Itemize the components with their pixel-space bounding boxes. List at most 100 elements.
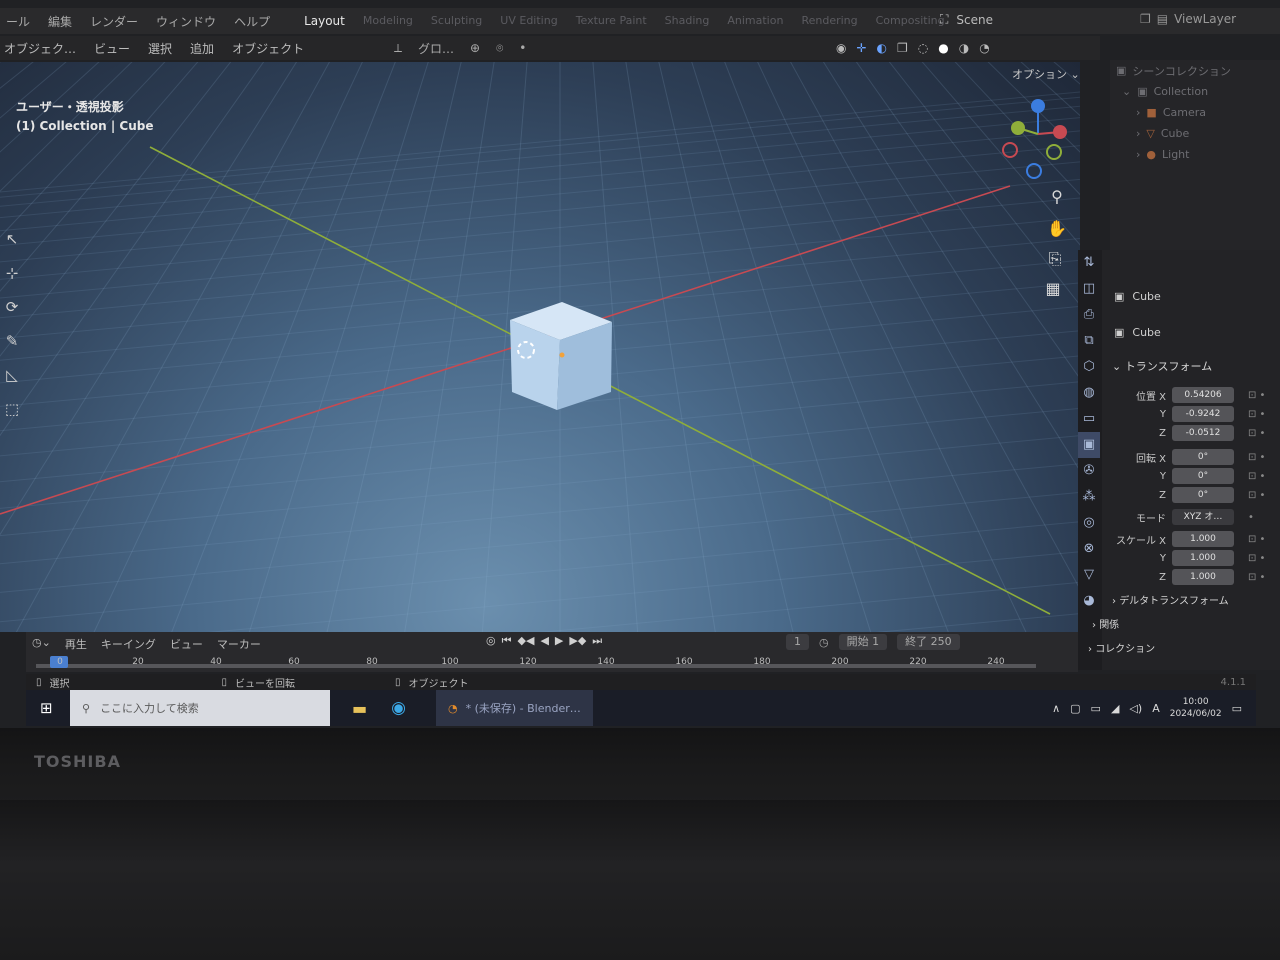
keyframe-dot-icon[interactable]: • (1248, 512, 1254, 523)
ime-indicator[interactable]: A (1152, 702, 1160, 715)
battery-icon[interactable]: ▭ (1091, 702, 1101, 715)
tab-layout[interactable]: Layout (304, 14, 345, 28)
notification-icon[interactable]: ▭ (1232, 702, 1242, 715)
visibility-icon[interactable]: ◉ (836, 41, 846, 55)
marker-menu[interactable]: マーカー (217, 636, 261, 652)
frame-ruler[interactable]: 0 20 40 60 80 100 120 140 160 180 200 220 240 (36, 656, 1076, 670)
play-icon[interactable]: ▶ (555, 634, 563, 648)
mode-selector[interactable]: オブジェク… (4, 40, 76, 57)
camera-view-icon[interactable]: ⎘ (1044, 248, 1066, 270)
list-item[interactable]: › ▽ Cube (1110, 123, 1280, 144)
tab-texture-paint[interactable]: Texture Paint (576, 14, 647, 28)
clock-icon[interactable]: ◷ (819, 636, 829, 649)
collections-section[interactable]: › コレクション (1088, 640, 1155, 655)
view-menu[interactable]: ビュー (94, 40, 130, 57)
list-item[interactable]: › ● Light (1110, 144, 1280, 165)
menu-item[interactable]: レンダー (90, 13, 138, 30)
next-keyframe-icon[interactable]: ▶◆ (569, 634, 586, 648)
wireframe-shading-icon[interactable]: ◌ (918, 41, 928, 55)
jump-start-icon[interactable]: ⏮ (502, 634, 512, 648)
select-menu[interactable]: 選択 (148, 40, 172, 57)
play-reverse-icon[interactable]: ◀ (540, 634, 548, 648)
pivot-icon[interactable]: ⊕ (470, 41, 480, 55)
scale-y-field[interactable]: 1.000 (1172, 550, 1234, 566)
rotation-x-field[interactable]: 0° (1172, 449, 1234, 465)
object-name-row[interactable]: ▣ Cube (1114, 290, 1161, 303)
zoom-icon[interactable]: ⚲ (1046, 186, 1068, 208)
material-shading-icon[interactable]: ◑ (959, 41, 969, 55)
rendered-shading-icon[interactable]: ◔ (979, 41, 989, 55)
rotation-y-field[interactable]: 0° (1172, 468, 1234, 484)
lock-icon[interactable]: ⊡ • (1248, 572, 1265, 583)
editor-type-icon[interactable]: ◷⌄ (32, 636, 51, 652)
taskbar-search[interactable]: ⚲ ここに入力して検索 (70, 690, 330, 726)
tab-uv-editing[interactable]: UV Editing (500, 14, 557, 28)
lock-icon[interactable]: ⊡ • (1248, 390, 1265, 401)
object-menu[interactable]: オブジェクト (232, 40, 304, 57)
tab-animation[interactable]: Animation (727, 14, 783, 28)
file-explorer-icon[interactable]: ▬ (352, 699, 367, 718)
object-data-row[interactable]: ▣ Cube (1114, 326, 1161, 339)
particles-tab-icon[interactable]: ⁂ (1078, 484, 1100, 510)
collection-tab-icon[interactable]: ▭ (1078, 406, 1100, 432)
playback-menu[interactable]: 再生 (65, 636, 87, 652)
delta-transform-section[interactable]: › デルタトランスフォーム (1112, 592, 1229, 607)
location-z-field[interactable]: -0.0512 (1172, 425, 1234, 441)
xray-icon[interactable]: ❐ (897, 41, 908, 55)
lock-icon[interactable]: ⊡ • (1248, 409, 1265, 420)
tab-compositing[interactable]: Compositing (876, 14, 945, 28)
rotate-tool-icon[interactable]: ⟳ (0, 294, 24, 320)
outliner-collection-row[interactable]: ⌄ ▣ Collection (1110, 81, 1280, 102)
location-y-field[interactable]: -0.9242 (1172, 406, 1234, 422)
timeline-view-menu[interactable]: ビュー (170, 636, 203, 652)
menu-item[interactable]: ヘルプ (234, 13, 270, 30)
volume-icon[interactable]: ◁) (1129, 702, 1142, 715)
auto-key-icon[interactable]: ◎ (486, 634, 496, 648)
overlay-icon[interactable]: ◐ (877, 41, 887, 55)
jump-end-icon[interactable]: ⏭ (592, 634, 602, 648)
pan-hand-icon[interactable]: ✋ (1046, 218, 1068, 240)
constraints-tab-icon[interactable]: ⊗ (1078, 536, 1100, 562)
outliner-scene-row[interactable]: ▣ シーンコレクション (1110, 60, 1280, 81)
tool-tab-icon[interactable]: ⇅ (1078, 250, 1100, 276)
render-tab-icon[interactable]: ◫ (1078, 276, 1100, 302)
windows-start-icon[interactable]: ⊞ (40, 699, 53, 717)
gizmo-icon[interactable]: ✛ (856, 41, 866, 55)
lock-icon[interactable]: ⊡ • (1248, 490, 1265, 501)
device-icon[interactable]: ▢ (1070, 702, 1080, 715)
lock-icon[interactable]: ⊡ • (1248, 471, 1265, 482)
lock-icon[interactable]: ⊡ • (1248, 452, 1265, 463)
chevron-up-icon[interactable]: ∧ (1052, 702, 1060, 715)
perspective-toggle-icon[interactable]: ▦ (1042, 278, 1064, 300)
3d-viewport[interactable]: ユーザー・透視投影 (1) Collection | Cube オプション ⌄ … (0, 62, 1080, 632)
lock-icon[interactable]: ⊡ • (1248, 534, 1265, 545)
current-frame-field[interactable]: 1 (786, 634, 809, 650)
physics-tab-icon[interactable]: ◎ (1078, 510, 1100, 536)
tab-rendering[interactable]: Rendering (801, 14, 857, 28)
move-tool-icon[interactable]: ⊹ (0, 260, 24, 286)
start-frame-field[interactable]: 開始 1 (838, 634, 888, 650)
snap-icon[interactable]: ⌾ (496, 41, 503, 56)
solid-shading-icon[interactable]: ● (938, 41, 948, 55)
tab-sculpting[interactable]: Sculpting (431, 14, 482, 28)
tab-modeling[interactable]: Modeling (363, 14, 413, 28)
rotation-mode-dropdown[interactable]: XYZ オ… (1172, 509, 1234, 525)
prev-keyframe-icon[interactable]: ◆◀ (518, 634, 535, 648)
measure-tool-icon[interactable]: ◺ (0, 362, 24, 388)
network-icon[interactable]: ◢ (1111, 702, 1119, 715)
navigation-gizmo[interactable] (992, 96, 1076, 180)
proportional-icon[interactable]: • (519, 41, 526, 55)
end-frame-field[interactable]: 終了 250 (897, 634, 960, 650)
lock-icon[interactable]: ⊡ • (1248, 553, 1265, 564)
scale-z-field[interactable]: 1.000 (1172, 569, 1234, 585)
menu-item[interactable]: ウィンドウ (156, 13, 216, 30)
edge-browser-icon[interactable]: ◉ (391, 698, 406, 718)
view-layer-tab-icon[interactable]: ⧉ (1078, 328, 1100, 354)
lock-icon[interactable]: ⊡ • (1248, 428, 1265, 439)
tab-shading[interactable]: Shading (665, 14, 710, 28)
output-tab-icon[interactable]: ⎙ (1078, 302, 1100, 328)
modifier-tab-icon[interactable]: ✇ (1078, 458, 1100, 484)
transform-orientation[interactable]: グロ… (418, 40, 454, 57)
relations-section[interactable]: › 関係 (1092, 616, 1119, 631)
keying-menu[interactable]: キーイング (101, 636, 156, 652)
